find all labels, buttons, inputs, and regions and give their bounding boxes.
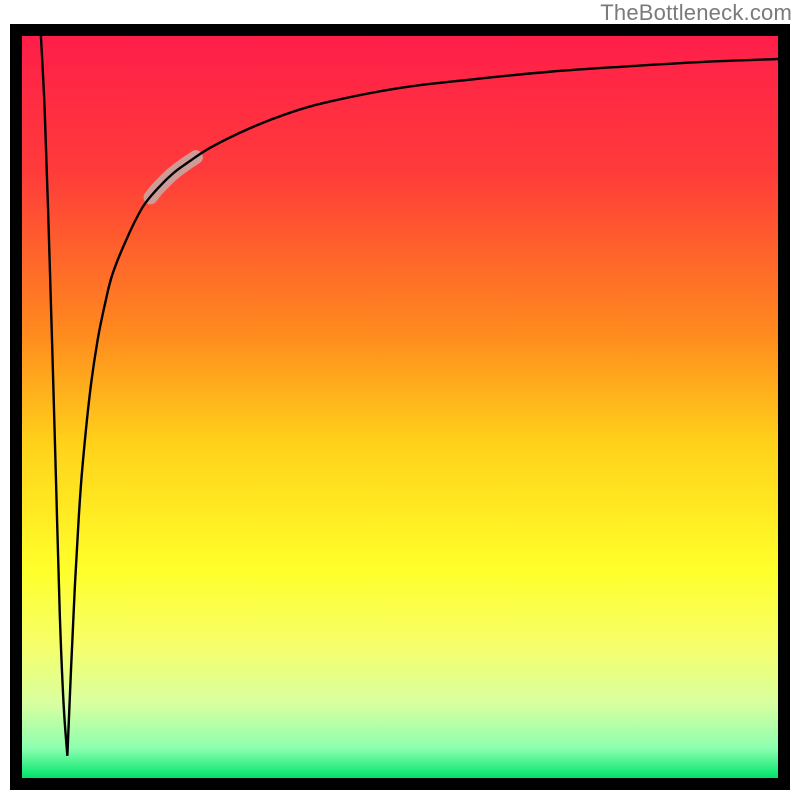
gradient-background [22, 36, 778, 778]
bottleneck-curve-chart [0, 0, 800, 800]
chart-stage: TheBottleneck.com [0, 0, 800, 800]
